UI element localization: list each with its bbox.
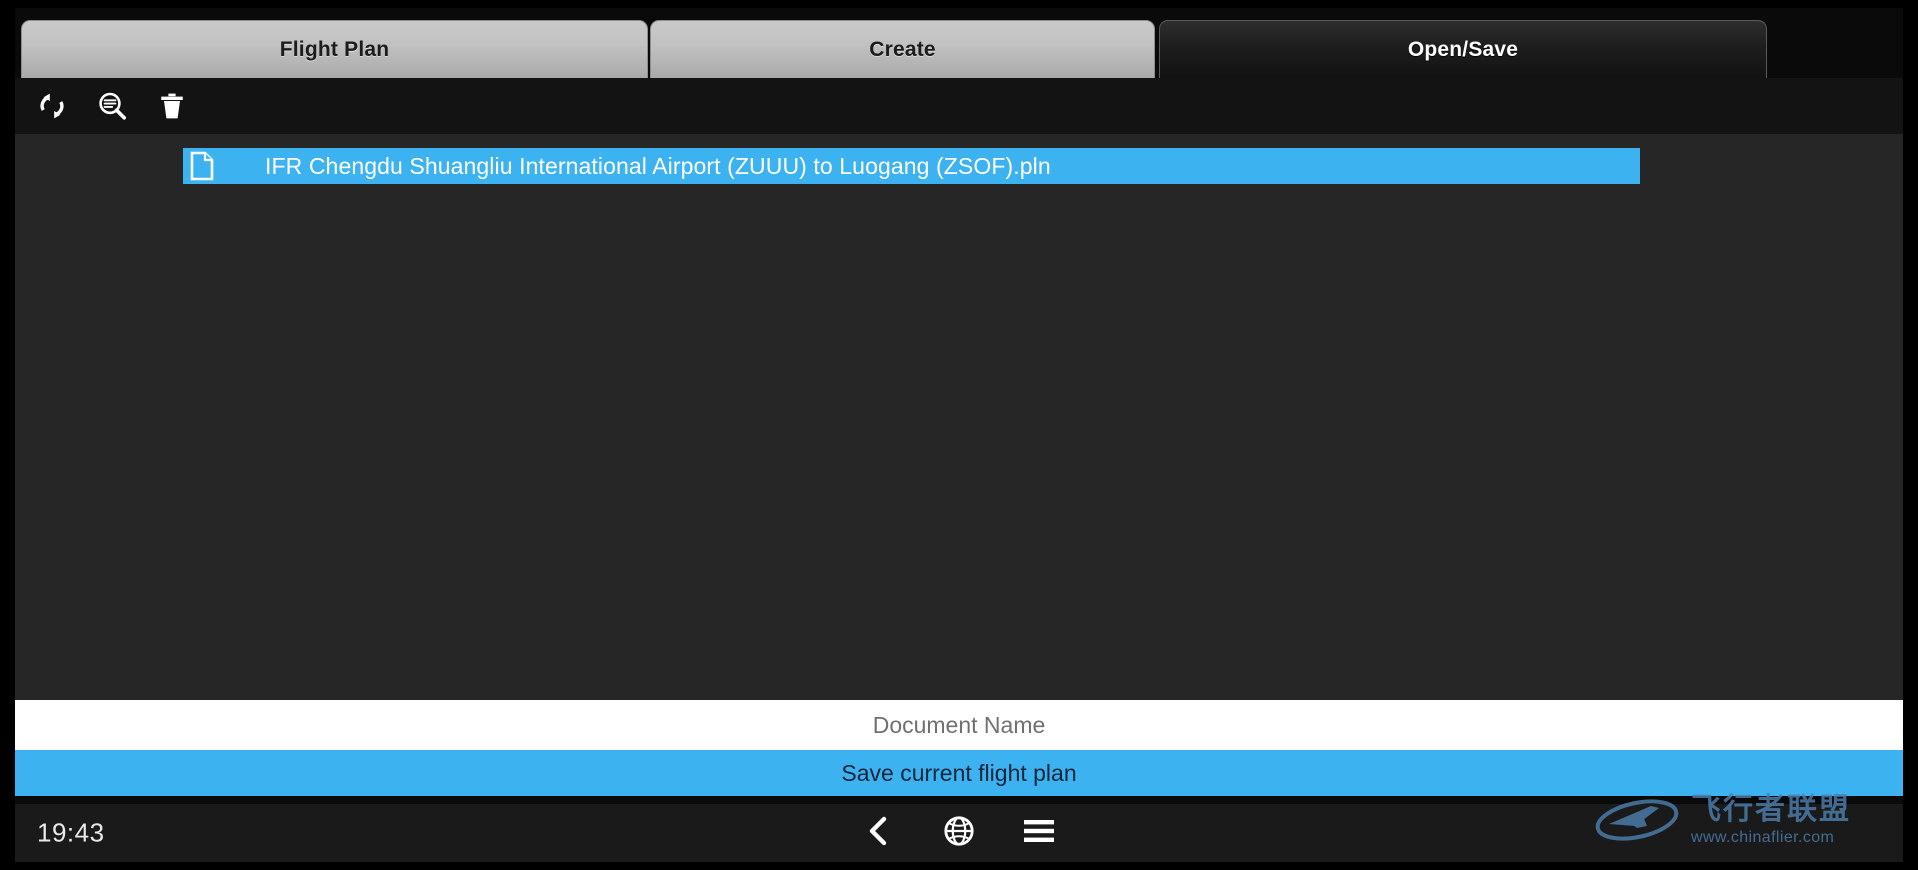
clock: 19:43 <box>37 817 105 848</box>
tab-open-save[interactable]: Open/Save <box>1159 20 1767 78</box>
tab-flight-plan[interactable]: Flight Plan <box>21 20 648 78</box>
search-button[interactable] <box>93 87 131 125</box>
menu-button[interactable] <box>1017 813 1061 853</box>
toolbar <box>15 78 1903 134</box>
delete-button[interactable] <box>153 87 191 125</box>
nav-icon-group <box>857 813 1061 853</box>
refresh-icon <box>37 91 67 121</box>
file-list: IFR Chengdu Shuangliu International Airp… <box>15 134 1903 700</box>
back-button[interactable] <box>857 813 901 853</box>
list-item-label: IFR Chengdu Shuangliu International Airp… <box>265 152 1051 179</box>
globe-button[interactable] <box>937 813 981 853</box>
app-root: Flight Plan Create Open/Save IFR Chengdu… <box>0 0 1918 870</box>
trash-icon <box>157 91 187 121</box>
document-name-input[interactable] <box>15 700 1903 750</box>
bottom-nav-bar: 19:43 <box>15 804 1903 862</box>
search-document-icon <box>97 91 127 121</box>
tab-create[interactable]: Create <box>650 20 1155 78</box>
refresh-button[interactable] <box>33 87 71 125</box>
tab-bar: Flight Plan Create Open/Save <box>15 20 1903 78</box>
back-icon <box>865 815 893 852</box>
menu-icon <box>1022 817 1056 850</box>
save-button-label: Save current flight plan <box>841 759 1077 786</box>
tab-flight-plan-label: Flight Plan <box>279 37 390 61</box>
main-panel: Flight Plan Create Open/Save IFR Chengdu… <box>15 8 1903 862</box>
file-icon <box>189 151 215 181</box>
list-item[interactable]: IFR Chengdu Shuangliu International Airp… <box>183 148 1640 184</box>
tab-open-save-label: Open/Save <box>1407 37 1519 61</box>
tab-create-label: Create <box>869 37 936 61</box>
save-current-flight-plan-button[interactable]: Save current flight plan <box>15 750 1903 796</box>
globe-icon <box>943 815 975 852</box>
